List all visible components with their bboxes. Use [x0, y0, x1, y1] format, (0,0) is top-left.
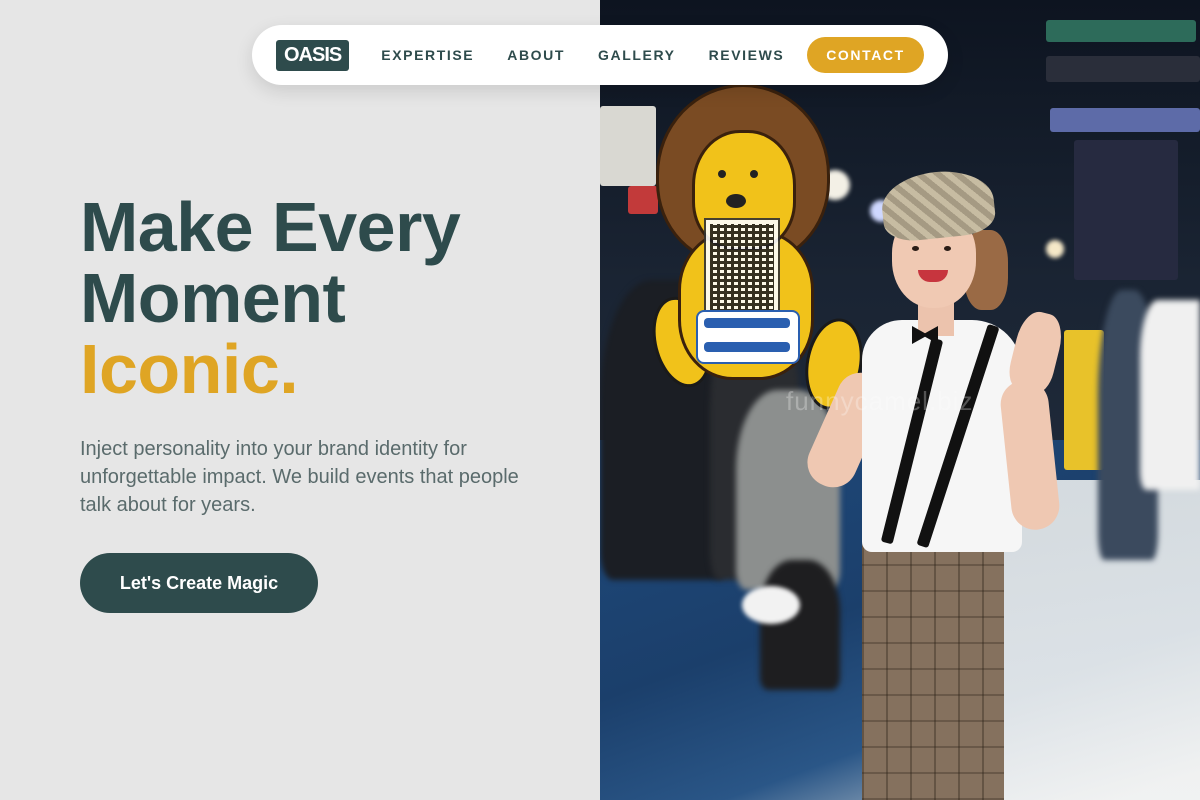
- person-eye: [944, 246, 951, 251]
- brand-logo[interactable]: OASIS: [276, 39, 350, 71]
- qr-caption-line: [704, 318, 790, 328]
- background-sign: [600, 106, 656, 186]
- person-eye: [912, 246, 919, 251]
- background-light: [1046, 240, 1064, 258]
- nav-link-gallery[interactable]: GALLERY: [598, 47, 676, 63]
- ball-shape: [742, 586, 800, 624]
- nav-link-reviews[interactable]: REVIEWS: [709, 47, 785, 63]
- contact-button[interactable]: CONTACT: [807, 37, 924, 73]
- background-sign: [1050, 108, 1200, 132]
- top-navbar: OASIS EXPERTISE ABOUT GALLERY REVIEWS CO…: [252, 25, 948, 85]
- photo-watermark: funnycamel.biz: [786, 386, 974, 416]
- nav-link-about[interactable]: ABOUT: [507, 47, 565, 63]
- lion-eye: [718, 170, 726, 178]
- nav-link-expertise[interactable]: EXPERTISE: [381, 47, 474, 63]
- car-shape: [1140, 300, 1200, 490]
- hero-section: Make Every Moment Iconic. Inject persona…: [80, 192, 580, 613]
- background-sign: [628, 186, 658, 214]
- hero-headline: Make Every Moment Iconic.: [80, 192, 580, 405]
- background-sign: [1074, 140, 1178, 280]
- lion-eye: [750, 170, 758, 178]
- qr-caption-line: [704, 342, 790, 352]
- crowd-figure: [760, 560, 840, 690]
- headline-accent: Iconic.: [80, 330, 299, 408]
- headline-line: Moment: [80, 259, 346, 337]
- lion-nose: [726, 194, 746, 208]
- hero-photo: funnycamel.biz: [600, 0, 1200, 800]
- peace-sign-hand-icon: [1004, 307, 1068, 397]
- cta-button[interactable]: Let's Create Magic: [80, 553, 318, 613]
- background-sign: [1046, 20, 1196, 42]
- qr-code-icon: [704, 218, 780, 318]
- headline-line: Make Every: [80, 188, 461, 266]
- hero-subtitle: Inject personality into your brand ident…: [80, 438, 519, 516]
- person-trousers: [862, 534, 1004, 800]
- background-sign: [1046, 56, 1200, 82]
